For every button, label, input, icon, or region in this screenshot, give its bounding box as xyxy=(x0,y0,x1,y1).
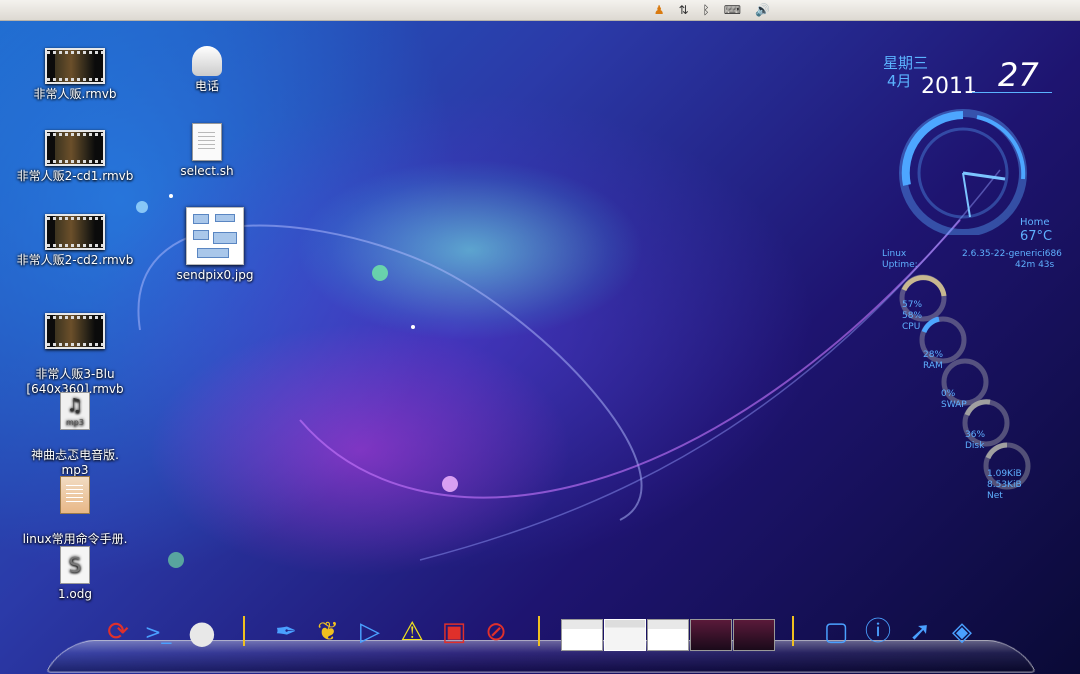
play-icon[interactable]: ▷ xyxy=(352,615,388,649)
music-file-icon: ♫ mp3 xyxy=(60,392,90,430)
desktop-icon-video[interactable]: 非常人贩2-cd1.rmvb xyxy=(10,130,140,184)
dock-separator xyxy=(538,616,540,646)
chm-file-icon xyxy=(60,476,90,514)
script-file-icon xyxy=(192,123,222,161)
desktop-icon-image[interactable]: sendpix0.jpg xyxy=(150,207,280,283)
drawing-file-icon: S xyxy=(60,546,90,584)
video-file-icon xyxy=(45,313,105,349)
os-label: Linux xyxy=(882,249,907,259)
cpu-label: CPU xyxy=(902,322,921,332)
weather-location: Home xyxy=(1020,217,1050,228)
butterfly-icon[interactable]: ❦ xyxy=(310,615,346,649)
dock-separator xyxy=(792,616,794,646)
image-file-icon xyxy=(186,207,244,265)
desktop-icon-label: 电话 xyxy=(194,79,219,93)
music-note-icon: ♫ xyxy=(66,395,84,416)
info-icon[interactable]: ⓘ xyxy=(860,615,896,649)
warning-icon[interactable]: ⚠ xyxy=(394,615,430,649)
refresh-icon[interactable]: ⟳ xyxy=(100,615,136,649)
desktop-icon-phone[interactable]: 电话 xyxy=(142,46,272,94)
desktop-icon-label: 非常人贩2-cd1.rmvb xyxy=(16,169,134,183)
disk-label: Disk xyxy=(965,441,985,451)
dock-separator xyxy=(243,616,245,646)
top-panel: ♟ ⇅ ᛒ ⌨ 🔊 xyxy=(0,0,1080,21)
net-label: Net xyxy=(987,491,1003,501)
desktop-icon-label: 非常人贩.rmvb xyxy=(33,87,117,101)
net-up-value: 8.53KiB xyxy=(987,480,1022,490)
desktop-icon-video[interactable]: 非常人贩2-cd2.rmvb xyxy=(10,214,140,268)
cpu-value-2: 58% xyxy=(902,311,923,321)
conky-year: 2011 xyxy=(921,74,977,99)
conky-month: 4月 xyxy=(887,72,912,90)
chrome-window-1[interactable] xyxy=(561,619,603,651)
kernel-version: 2.6.35-22-generici686 xyxy=(962,249,1062,259)
swap-value: 0% xyxy=(941,389,956,399)
folder-arrow-icon[interactable]: ➚ xyxy=(902,615,938,649)
terminal-icon[interactable]: >_ xyxy=(140,615,176,649)
finder-window[interactable] xyxy=(604,619,646,651)
conky-weekday: 星期三 xyxy=(883,54,929,72)
conky-day: 27 xyxy=(998,56,1039,94)
terminal-window-2[interactable] xyxy=(733,619,775,651)
disk-value: 36% xyxy=(965,430,986,440)
desktop-icon-odg[interactable]: S 1.odg xyxy=(10,546,140,602)
chrome-window-2[interactable] xyxy=(647,619,689,651)
toolbox-icon[interactable]: ▣ xyxy=(436,615,472,649)
desktop-icon-script[interactable]: select.sh xyxy=(142,123,272,179)
conky-date-underline xyxy=(972,92,1052,93)
upload-icon[interactable]: ◈ xyxy=(944,615,980,649)
keyboard-icon[interactable]: ⌨ xyxy=(724,2,741,18)
video-file-icon xyxy=(45,130,105,166)
bluetooth-icon[interactable]: ᛒ xyxy=(703,2,710,18)
ram-value: 28% xyxy=(923,350,944,360)
terminal-window-1[interactable] xyxy=(690,619,732,651)
desktop-icon-label: select.sh xyxy=(180,164,234,178)
desktop-icon-label: sendpix0.jpg xyxy=(176,268,254,282)
cpu-value-1: 57% xyxy=(902,300,923,310)
volume-icon[interactable]: 🔊 xyxy=(755,2,770,18)
net-down-value: 1.09KiB xyxy=(987,469,1022,479)
desktop-icon-label: 1.odg xyxy=(57,587,93,601)
phone-app-icon xyxy=(192,46,222,76)
weather-temperature: 67°C xyxy=(1020,229,1053,244)
frame-icon[interactable]: ▢ xyxy=(818,615,854,649)
video-file-icon xyxy=(45,48,105,84)
pen-icon[interactable]: ✒ xyxy=(268,615,304,649)
ram-label: RAM xyxy=(923,361,943,371)
browser-icon[interactable]: ⊘ xyxy=(478,615,514,649)
desktop-icon-label: 非常人贩2-cd2.rmvb xyxy=(16,253,134,267)
apple-icon[interactable]: ● xyxy=(180,615,224,649)
conky-clock xyxy=(899,109,1027,235)
system-tray: ♟ ⇅ ᛒ ⌨ 🔊 xyxy=(654,2,770,18)
desktop-icon-video[interactable]: 非常人贩.rmvb xyxy=(10,48,140,102)
network-arrows-icon[interactable]: ⇅ xyxy=(678,2,688,18)
video-file-icon xyxy=(45,214,105,250)
mp3-ext-label: mp3 xyxy=(66,418,84,427)
qq-penguin-icon[interactable]: ♟ xyxy=(654,2,665,18)
swap-label: SWAP xyxy=(941,400,967,410)
